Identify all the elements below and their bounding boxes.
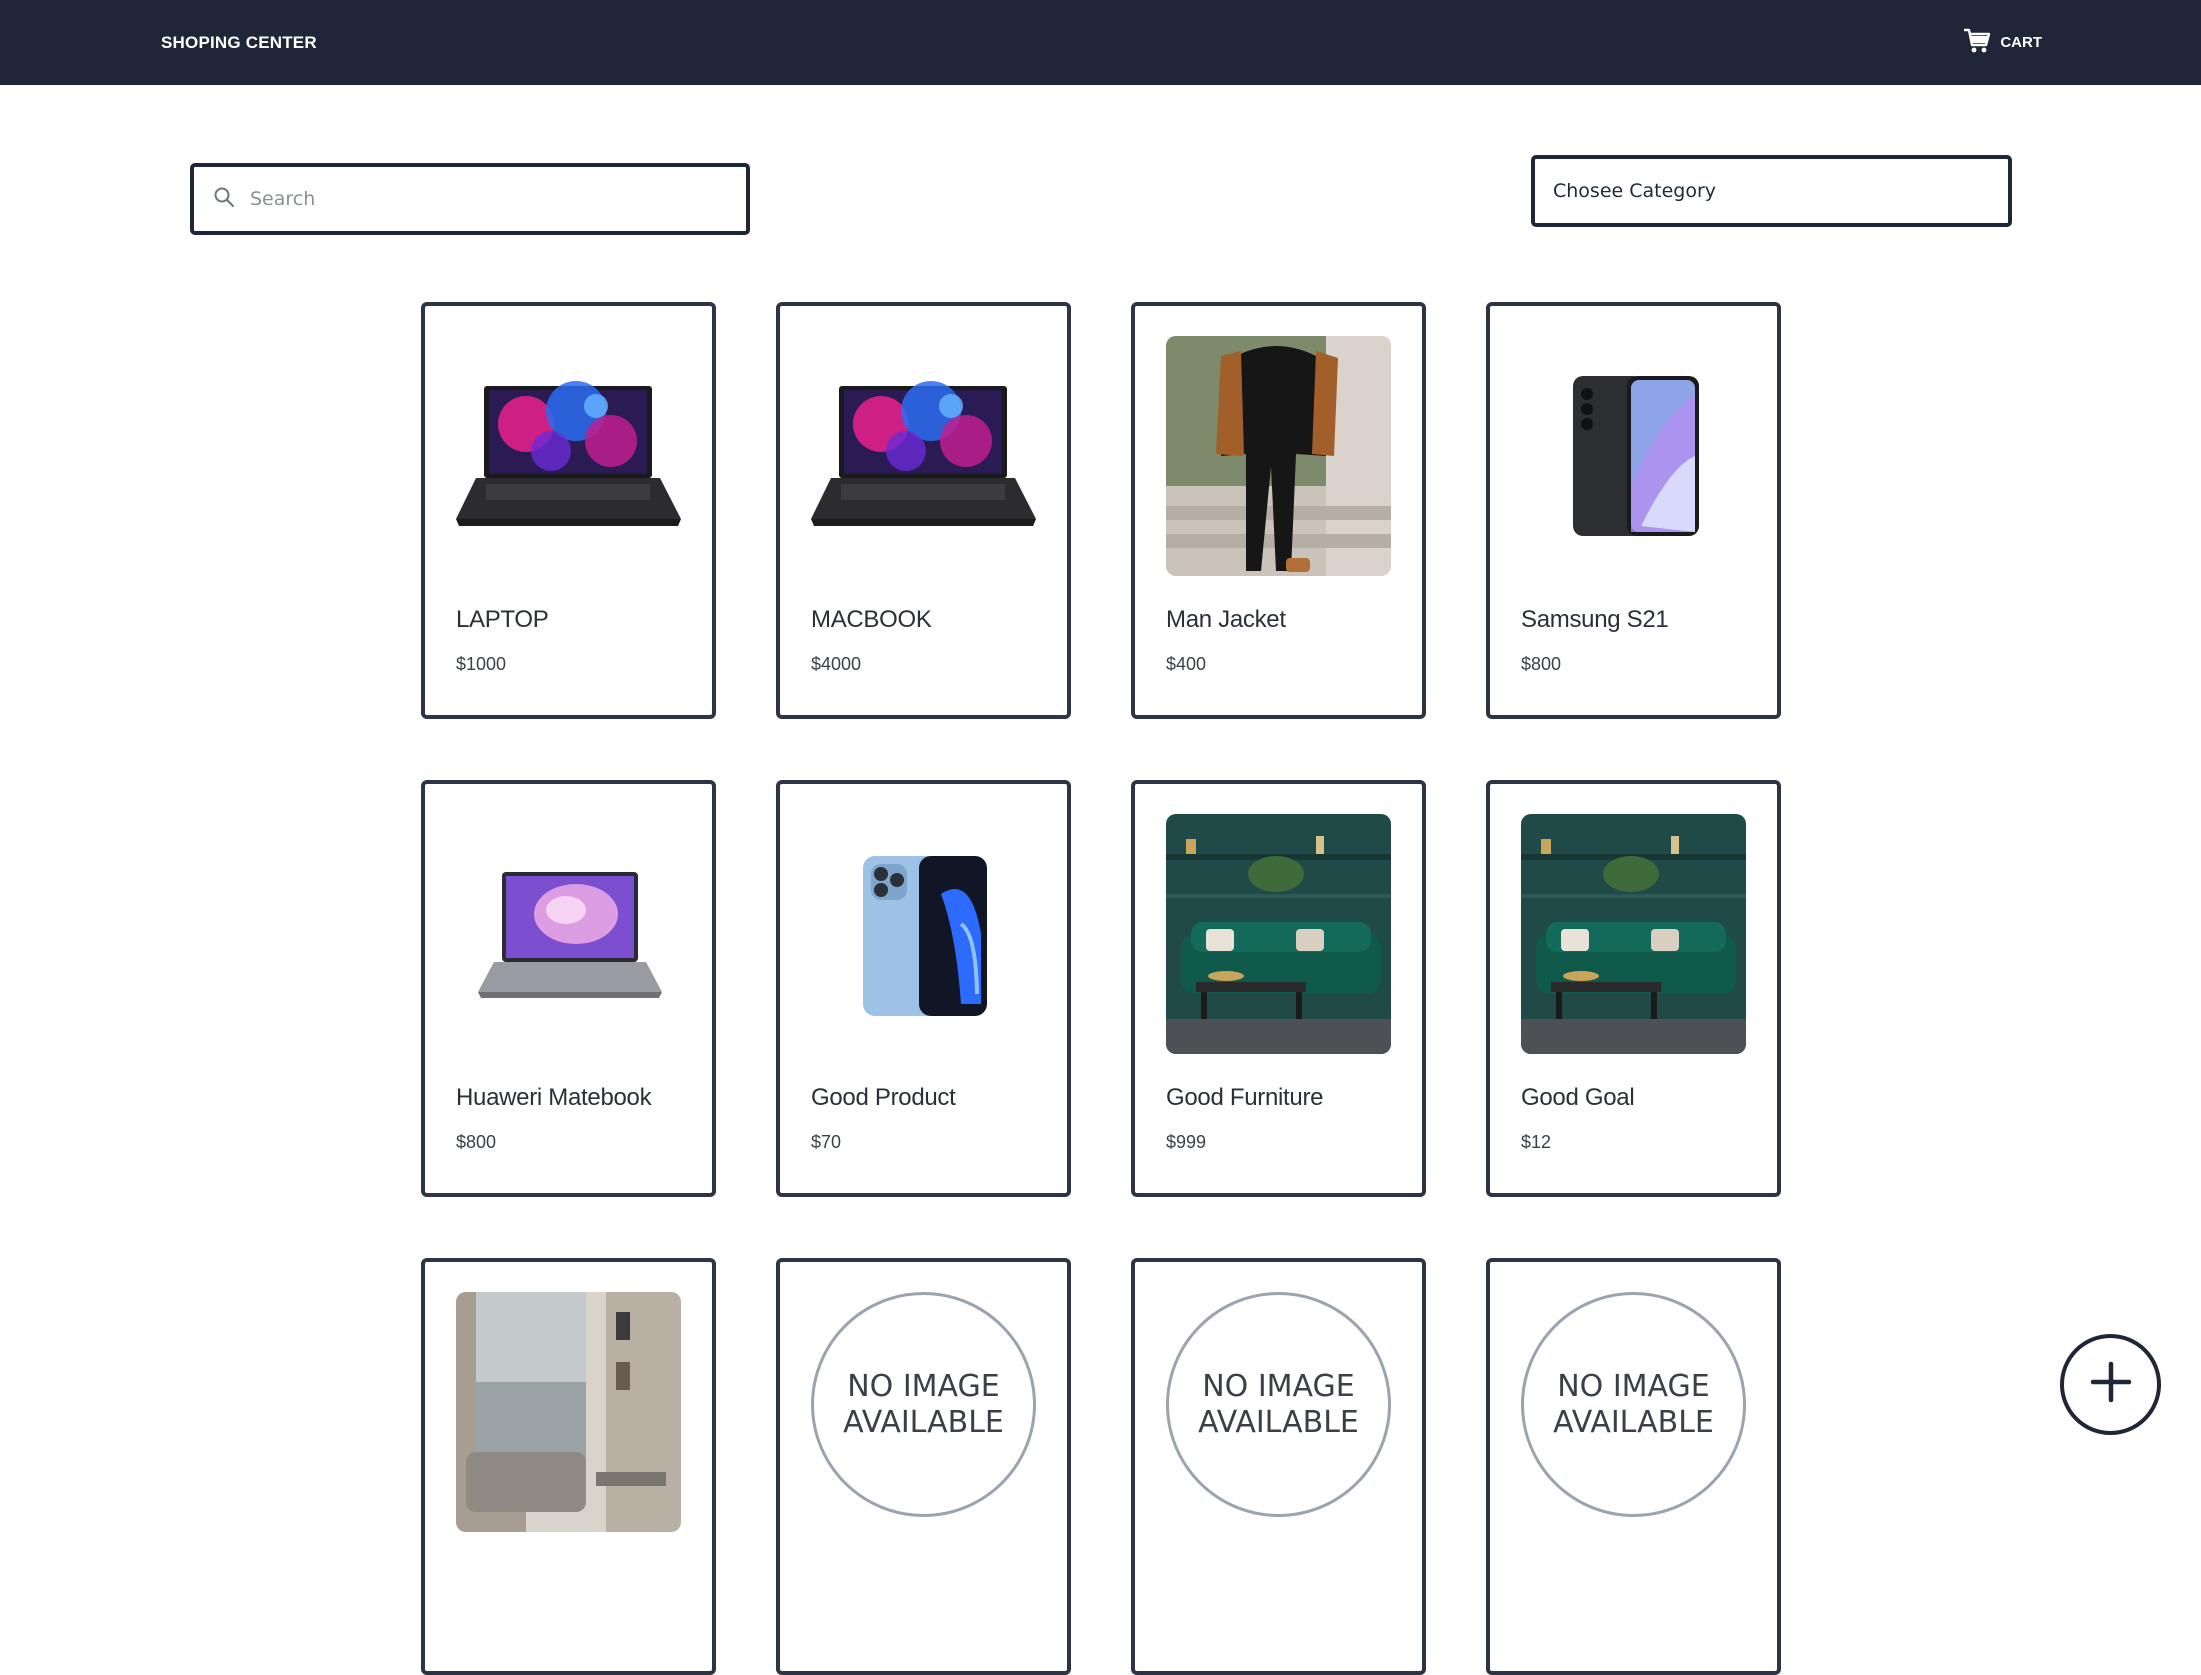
cart-button[interactable]: CART	[1963, 28, 2042, 58]
product-card[interactable]: MACBOOK $4000	[776, 302, 1071, 719]
product-price: $999	[1166, 1132, 1207, 1152]
product-title: Good Goal	[1521, 1084, 1635, 1111]
add-product-button[interactable]	[2060, 1334, 2161, 1435]
product-title: Good Product	[811, 1084, 956, 1111]
search-icon	[212, 185, 236, 214]
product-price: $800	[456, 1132, 497, 1152]
search-box[interactable]	[190, 163, 750, 235]
product-price: $12	[1521, 1132, 1552, 1152]
no-image-line2: AVAILABLE	[1198, 1404, 1359, 1440]
product-image	[456, 814, 681, 1054]
product-title: Huaweri Matebook	[456, 1084, 652, 1111]
product-image	[1521, 336, 1746, 576]
product-image	[456, 1292, 681, 1532]
product-image	[1521, 814, 1746, 1054]
product-title: Man Jacket	[1166, 606, 1286, 633]
product-image	[811, 814, 1036, 1054]
no-image-placeholder: NO IMAGE AVAILABLE	[1521, 1292, 1746, 1517]
category-select[interactable]: Chosee Category	[1531, 155, 2012, 227]
no-image-line2: AVAILABLE	[1553, 1404, 1714, 1440]
product-price: $800	[1521, 654, 1562, 674]
product-title: LAPTOP	[456, 606, 549, 633]
no-image-placeholder: NO IMAGE AVAILABLE	[811, 1292, 1036, 1517]
product-title: MACBOOK	[811, 606, 932, 633]
product-card[interactable]: NO IMAGE AVAILABLE	[1486, 1258, 1781, 1675]
cart-label: CART	[2000, 34, 2042, 51]
no-image-line1: NO IMAGE	[847, 1369, 1000, 1405]
no-image-placeholder: NO IMAGE AVAILABLE	[1166, 1292, 1391, 1517]
product-card[interactable]: Samsung S21 $800	[1486, 302, 1781, 719]
product-card[interactable]: Good Furniture $999	[1131, 780, 1426, 1197]
shopping-cart-icon	[1963, 28, 1991, 58]
product-card[interactable]: NO IMAGE AVAILABLE	[776, 1258, 1071, 1675]
category-select-value: Chosee Category	[1553, 180, 1717, 202]
product-price: $70	[811, 1132, 842, 1152]
no-image-line1: NO IMAGE	[1557, 1369, 1710, 1405]
product-grid: LAPTOP $1000 MACBOOK $4000 Man Jacket $400 …	[421, 302, 1781, 1675]
product-card[interactable]: Good Product $70	[776, 780, 1071, 1197]
product-card[interactable]	[421, 1258, 716, 1675]
product-card[interactable]: NO IMAGE AVAILABLE	[1131, 1258, 1426, 1675]
search-input[interactable]	[250, 188, 710, 210]
no-image-line1: NO IMAGE	[1202, 1369, 1355, 1405]
product-image	[811, 336, 1036, 576]
product-card[interactable]: Huaweri Matebook $800	[421, 780, 716, 1197]
plus-icon	[2088, 1359, 2134, 1410]
top-navbar: SHOPING CENTER CART	[0, 0, 2201, 85]
product-card[interactable]: Good Goal $12	[1486, 780, 1781, 1197]
product-card[interactable]: LAPTOP $1000	[421, 302, 716, 719]
product-price: $400	[1166, 654, 1207, 674]
brand-logo[interactable]: SHOPING CENTER	[161, 33, 317, 53]
product-price: $1000	[456, 654, 507, 674]
product-image	[456, 336, 681, 576]
product-image	[1166, 814, 1391, 1054]
product-title: Samsung S21	[1521, 606, 1669, 633]
product-title: Good Furniture	[1166, 1084, 1324, 1111]
product-price: $4000	[811, 654, 862, 674]
no-image-line2: AVAILABLE	[843, 1404, 1004, 1440]
product-image	[1166, 336, 1391, 576]
product-card[interactable]: Man Jacket $400	[1131, 302, 1426, 719]
